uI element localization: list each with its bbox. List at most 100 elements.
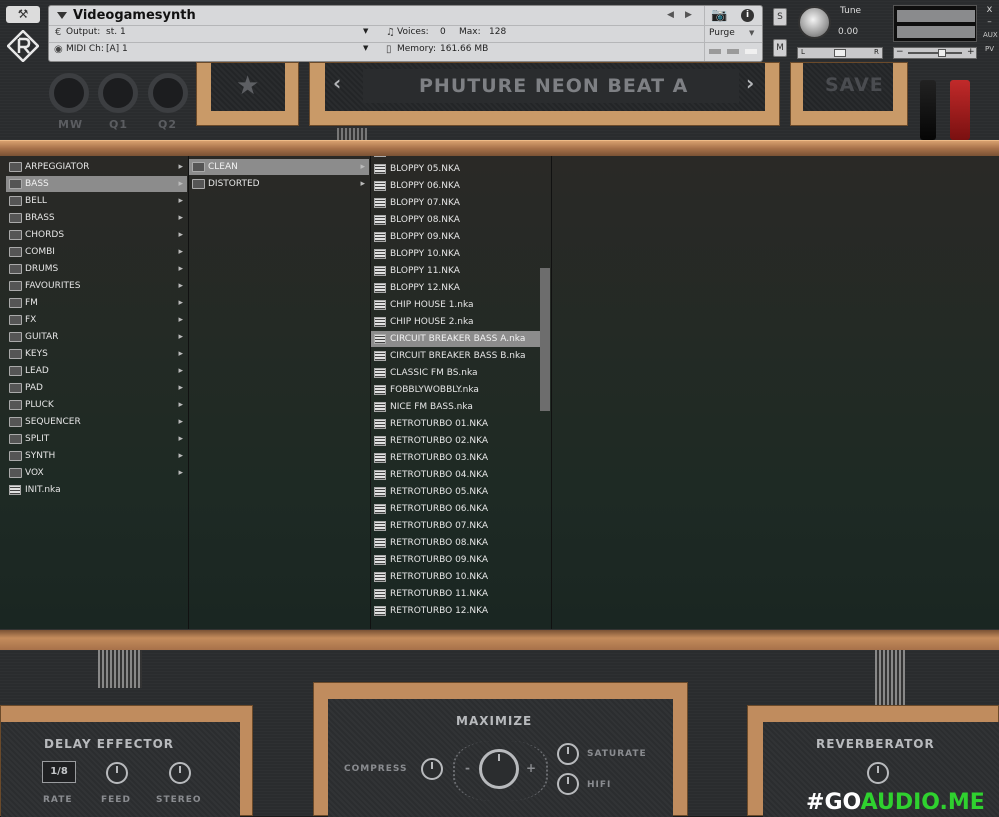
level-meters	[893, 5, 977, 42]
preset-file-item[interactable]: CLASSIC FM BS.nka	[371, 365, 540, 381]
pv-button[interactable]: PV	[983, 45, 996, 53]
purge-button[interactable]: Purge	[709, 28, 735, 38]
category-item[interactable]: KEYS ▸	[6, 346, 187, 362]
delay-stereo-knob[interactable]	[169, 762, 191, 784]
next-preset-arrow-icon[interactable]: ›	[746, 71, 754, 95]
chevron-down-icon[interactable]: ▼	[363, 27, 368, 35]
close-button[interactable]: x	[983, 4, 996, 15]
preset-file-item[interactable]: BLOPPY 10.NKA	[371, 246, 540, 262]
q1-knob[interactable]	[98, 73, 138, 113]
delay-feed-knob[interactable]	[106, 762, 128, 784]
category-item[interactable]: BRASS ▸	[6, 210, 187, 226]
preset-file-item[interactable]: RETROTURBO 03.NKA	[371, 450, 540, 466]
wrench-icon[interactable]: ⚒	[6, 6, 40, 23]
mw-knob[interactable]	[49, 73, 89, 113]
volume-slider[interactable]: − +	[893, 47, 977, 59]
chevron-down-icon[interactable]: ▼	[363, 44, 368, 52]
next-instrument-arrow-icon[interactable]: ▶	[685, 10, 692, 20]
preset-file-item[interactable]: CHIP HOUSE 1.nka	[371, 297, 540, 313]
info-icon[interactable]: i	[741, 9, 754, 22]
volume-handle[interactable]	[938, 49, 946, 57]
preset-file-item[interactable]: CIRCUIT BREAKER BASS B.nka	[371, 348, 540, 364]
category-item[interactable]: BELL ▸	[6, 193, 187, 209]
preset-file-item[interactable]: BLOPPY 05.NKA	[371, 161, 540, 177]
preset-file-item[interactable]: RETROTURBO 12.NKA	[371, 603, 540, 619]
category-item[interactable]: INIT.nka	[6, 482, 187, 498]
star-icon[interactable]: ★	[236, 71, 259, 101]
preset-file-item[interactable]: RETROTURBO 06.NKA	[371, 501, 540, 517]
preset-file-item[interactable]: RETROTURBO 02.NKA	[371, 433, 540, 449]
preset-file-item[interactable]: BLOPPY 07.NKA	[371, 195, 540, 211]
preset-file-item[interactable]: BLOPPY 11.NKA	[371, 263, 540, 279]
preset-file-item[interactable]: RETROTURBO 09.NKA	[371, 552, 540, 568]
output-icon: €	[55, 27, 62, 38]
delay-rate-select[interactable]: 1/8	[42, 761, 76, 783]
volume-minus-icon[interactable]: −	[896, 47, 904, 57]
category-item[interactable]: VOX ▸	[6, 465, 187, 481]
file-list-scrollbar[interactable]	[540, 268, 550, 411]
preset-file-item[interactable]: FOBBLYWOBBLY.nka	[371, 382, 540, 398]
subfolder-item[interactable]: DISTORTED ▸	[189, 176, 369, 192]
tune-knob[interactable]	[798, 6, 831, 39]
category-item[interactable]: FM ▸	[6, 295, 187, 311]
pan-slider[interactable]: L R	[797, 47, 883, 59]
category-item[interactable]: BASS ▸	[6, 176, 187, 192]
preset-file-item[interactable]: BLOPPY 08.NKA	[371, 212, 540, 228]
preset-file-item[interactable]: RETROTURBO 04.NKA	[371, 467, 540, 483]
watermark-hash-icon: #	[806, 790, 825, 815]
volume-plus-icon[interactable]: +	[967, 47, 975, 57]
preset-file-item[interactable]: BLOPPY 06.NKA	[371, 178, 540, 194]
preset-file-item[interactable]: CIRCUIT BREAKER BASS A.nka	[371, 331, 540, 347]
compress-knob[interactable]	[421, 758, 443, 780]
output-select[interactable]: st. 1	[106, 27, 126, 37]
preset-file-item[interactable]: RETROTURBO 10.NKA	[371, 569, 540, 585]
chevron-down-icon[interactable]: ▼	[749, 29, 754, 37]
pan-handle[interactable]	[834, 49, 846, 57]
preset-browser: ARPEGGIATOR ▸ BASS ▸ BELL ▸ BRASS ▸ CHORDS ▸ COMBI…	[0, 156, 999, 629]
category-item[interactable]: PAD ▸	[6, 380, 187, 396]
category-item[interactable]: SYNTH ▸	[6, 448, 187, 464]
category-item[interactable]: SEQUENCER ▸	[6, 414, 187, 430]
preset-file-item[interactable]: RETROTURBO 01.NKA	[371, 416, 540, 432]
category-item[interactable]: ARPEGGIATOR ▸	[6, 159, 187, 175]
preset-file-item[interactable]: NICE FM BASS.nka	[371, 399, 540, 415]
category-item[interactable]: DRUMS ▸	[6, 261, 187, 277]
preset-file-item[interactable]: CHIP HOUSE 2.nka	[371, 314, 540, 330]
subfolder-item[interactable]: CLEAN ▸	[189, 159, 369, 175]
category-item[interactable]: FAVOURITES ▸	[6, 278, 187, 294]
preset-file-item[interactable]: BLOPPY 12.NKA	[371, 280, 540, 296]
preset-file-item[interactable]: RETROTURBO 08.NKA	[371, 535, 540, 551]
minimize-button[interactable]: –	[983, 17, 996, 27]
mute-button[interactable]: M	[773, 39, 787, 57]
preset-file-item[interactable]: RETROTURBO 07.NKA	[371, 518, 540, 534]
max-voices-value[interactable]: 128	[489, 27, 506, 37]
preset-name-field[interactable]: PHUTURE NEON BEAT A	[363, 69, 739, 103]
category-item[interactable]: LEAD ▸	[6, 363, 187, 379]
preset-file-item[interactable]: BLOPPY 04.NKA	[371, 156, 540, 160]
category-item[interactable]: COMBI ▸	[6, 244, 187, 260]
camera-icon[interactable]: 📷	[711, 8, 727, 23]
preset-file-item[interactable]: RETROTURBO 11.NKA	[371, 586, 540, 602]
category-item[interactable]: CHORDS ▸	[6, 227, 187, 243]
category-label: SYNTH	[25, 451, 56, 461]
preset-file-item[interactable]: RETROTURBO 05.NKA	[371, 484, 540, 500]
chevron-right-icon: ▸	[360, 179, 365, 189]
tune-value[interactable]: 0.00	[838, 27, 858, 37]
maximize-knob[interactable]	[479, 749, 519, 789]
hifi-knob[interactable]	[557, 773, 579, 795]
solo-button[interactable]: S	[773, 8, 787, 26]
category-item[interactable]: SPLIT ▸	[6, 431, 187, 447]
collapse-triangle-icon[interactable]	[57, 12, 67, 19]
saturate-knob[interactable]	[557, 743, 579, 765]
category-item[interactable]: GUITAR ▸	[6, 329, 187, 345]
reverb-knob[interactable]	[867, 762, 889, 784]
preset-file-item[interactable]: BLOPPY 09.NKA	[371, 229, 540, 245]
category-item[interactable]: PLUCK ▸	[6, 397, 187, 413]
q2-knob[interactable]	[148, 73, 188, 113]
prev-instrument-arrow-icon[interactable]: ◀	[667, 10, 674, 20]
prev-preset-arrow-icon[interactable]: ‹	[333, 71, 341, 95]
midi-channel-select[interactable]: [A] 1	[106, 44, 128, 54]
category-item[interactable]: FX ▸	[6, 312, 187, 328]
save-button[interactable]: SAVE	[825, 74, 884, 96]
aux-button[interactable]: AUX	[983, 31, 998, 39]
